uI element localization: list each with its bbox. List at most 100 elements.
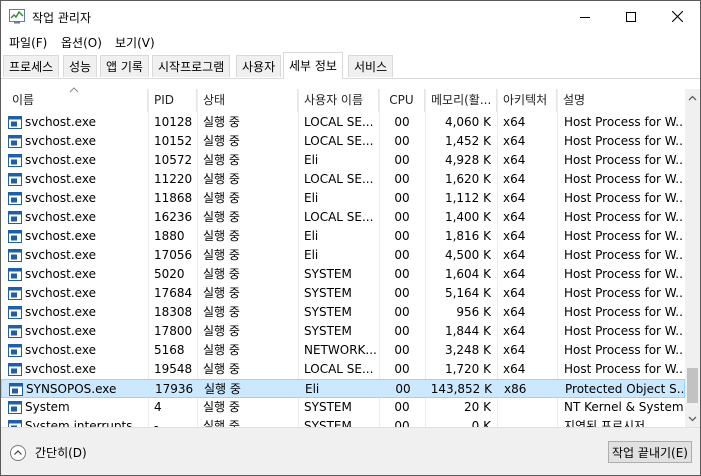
process-arch: x64 (503, 343, 526, 357)
process-row[interactable]: svchost.exe 19548 실행 중 LOCAL SE... 00 1,720 K… (1, 360, 685, 379)
process-row[interactable]: svchost.exe 11220 실행 중 LOCAL SE... 00 1,620 K… (1, 170, 685, 189)
menu-file[interactable]: 파일(F) (9, 34, 47, 51)
process-status: 실행 중 (203, 210, 240, 224)
process-cpu: 00 (394, 191, 410, 205)
process-row[interactable]: svchost.exe 5168 실행 중 NETWORK... 00 3,248 K x6… (1, 341, 685, 360)
process-cpu: 00 (394, 362, 410, 376)
fewer-details-toggle[interactable]: 간단히(D) (10, 444, 87, 461)
column-header-architecture[interactable]: 아키텍처 (497, 89, 557, 112)
menu-view[interactable]: 보기(V) (115, 34, 155, 51)
process-row[interactable]: System 4 실행 중 SYSTEM 00 20 K NT Kernel & Syste… (1, 398, 685, 417)
process-row[interactable]: System interrupts - 실행 중 SYSTEM 00 0 K 지연된 프로시… (1, 417, 685, 427)
process-window-icon (9, 383, 23, 396)
process-pid: 17800 (154, 324, 193, 338)
scroll-up-button[interactable] (685, 89, 700, 106)
process-window-icon (8, 344, 22, 357)
scroll-down-button[interactable] (685, 410, 700, 427)
process-status: 실행 중 (203, 362, 240, 376)
process-row[interactable]: svchost.exe 17056 실행 중 Eli 00 4,500 K x64 Host … (1, 246, 685, 265)
process-row[interactable]: svchost.exe 10128 실행 중 LOCAL SE... 00 4,060 K… (1, 113, 685, 132)
process-status: 실행 중 (203, 115, 240, 129)
process-name: SYNSOPOS.exe (26, 382, 117, 396)
process-user: Eli (304, 229, 319, 243)
process-arch: x64 (503, 229, 526, 243)
process-mem: 20 K (464, 400, 491, 414)
process-desc: NT Kernel & System (564, 400, 683, 414)
menu-options[interactable]: 옵션(O) (61, 34, 102, 51)
process-user: Eli (305, 382, 320, 396)
process-desc: Host Process for W... (564, 172, 683, 186)
process-list: svchost.exe 10128 실행 중 LOCAL SE... 00 4,060 K… (1, 113, 685, 427)
maximize-icon (626, 11, 636, 22)
column-header-memory[interactable]: 메모리(활... (425, 89, 497, 112)
process-row[interactable]: svchost.exe 17800 실행 중 SYSTEM 00 1,844 K x64 Ho… (1, 322, 685, 341)
process-mem: 4,500 K (444, 248, 491, 262)
process-status: 실행 중 (203, 400, 240, 414)
vertical-scrollbar[interactable] (685, 89, 700, 427)
column-header: 이름 PID 상태 사용자 이름 CPU 메모리(활... 아키텍처 설명 (1, 89, 685, 112)
process-cpu: 00 (394, 115, 410, 129)
process-name: svchost.exe (25, 305, 96, 319)
process-row[interactable]: svchost.exe 11868 실행 중 Eli 00 1,112 K x64 Host … (1, 189, 685, 208)
process-window-icon (8, 230, 22, 243)
chevron-down-icon (688, 416, 697, 421)
process-arch: x64 (503, 267, 526, 281)
tab-processes[interactable]: 프로세스 (3, 55, 60, 77)
tab-services[interactable]: 서비스 (348, 55, 394, 77)
process-mem: 0 K (471, 419, 491, 427)
end-task-button[interactable]: 작업 끝내기(E) (608, 441, 692, 463)
process-name: svchost.exe (25, 362, 96, 376)
process-cpu: 00 (394, 248, 410, 262)
process-cpu: 00 (394, 267, 410, 281)
tab-startup[interactable]: 시작프로그램 (152, 55, 231, 77)
column-header-user[interactable]: 사용자 이름 (298, 89, 379, 112)
column-header-name[interactable]: 이름 (6, 89, 148, 112)
process-name: svchost.exe (25, 115, 96, 129)
tab-details[interactable]: 세부 정보 (283, 52, 343, 79)
column-header-status[interactable]: 상태 (197, 89, 298, 112)
process-desc: Host Process for W... (564, 153, 683, 167)
process-window-icon (8, 154, 22, 167)
process-row[interactable]: svchost.exe 10572 실행 중 Eli 00 4,928 K x64 Host … (1, 151, 685, 170)
process-desc: Host Process for W... (564, 267, 683, 281)
process-pid: 17936 (155, 382, 194, 396)
process-status: 실행 중 (203, 286, 240, 300)
process-mem: 956 K (456, 305, 491, 319)
process-user: NETWORK... (304, 343, 377, 357)
process-desc: Host Process for W... (564, 343, 683, 357)
process-mem: 1,720 K (444, 362, 491, 376)
process-window-icon (8, 420, 22, 427)
process-row[interactable]: svchost.exe 16236 실행 중 LOCAL SE... 00 1,400 K… (1, 208, 685, 227)
process-row[interactable]: svchost.exe 17684 실행 중 SYSTEM 00 5,164 K x64 Ho… (1, 284, 685, 303)
process-row[interactable]: svchost.exe 18308 실행 중 SYSTEM 00 956 K x64 Host… (1, 303, 685, 322)
process-name: svchost.exe (25, 229, 96, 243)
process-row[interactable]: svchost.exe 1880 실행 중 Eli 00 1,816 K x64 Host P… (1, 227, 685, 246)
process-row[interactable]: svchost.exe 10152 실행 중 LOCAL SE... 00 1,452 K… (1, 132, 685, 151)
process-row[interactable]: svchost.exe 5020 실행 중 SYSTEM 00 1,604 K x64 Hos… (1, 265, 685, 284)
column-header-cpu[interactable]: CPU (379, 89, 425, 112)
minimize-icon (580, 16, 590, 18)
process-window-icon (8, 287, 22, 300)
process-status: 실행 중 (203, 153, 240, 167)
process-desc: Host Process for W... (564, 115, 683, 129)
process-desc: Host Process for W... (564, 248, 683, 262)
process-mem: 1,112 K (444, 191, 491, 205)
column-header-description[interactable]: 설명 (557, 89, 685, 112)
process-arch: x64 (503, 210, 526, 224)
scrollbar-thumb[interactable] (687, 368, 698, 403)
column-header-pid[interactable]: PID (148, 89, 197, 112)
process-status: 실행 중 (203, 419, 240, 427)
process-arch: x86 (504, 382, 527, 396)
tab-users[interactable]: 사용자 (236, 55, 282, 77)
tab-bar: 프로세스 성능 앱 기록 시작프로그램 사용자 세부 정보 서비스 (1, 52, 700, 79)
process-arch: x64 (503, 248, 526, 262)
process-row[interactable]: SYNSOPOS.exe 17936 실행 중 Eli 00 143,852 K x86 Pr… (1, 379, 685, 398)
process-pid: 1880 (154, 229, 185, 243)
close-button[interactable] (654, 1, 700, 32)
tab-performance[interactable]: 성능 (63, 55, 98, 77)
tab-app-history[interactable]: 앱 기록 (100, 55, 149, 77)
process-window-icon (8, 325, 22, 338)
process-desc: Host Process for W... (564, 191, 683, 205)
minimize-button[interactable] (562, 1, 608, 32)
maximize-button[interactable] (608, 1, 654, 32)
